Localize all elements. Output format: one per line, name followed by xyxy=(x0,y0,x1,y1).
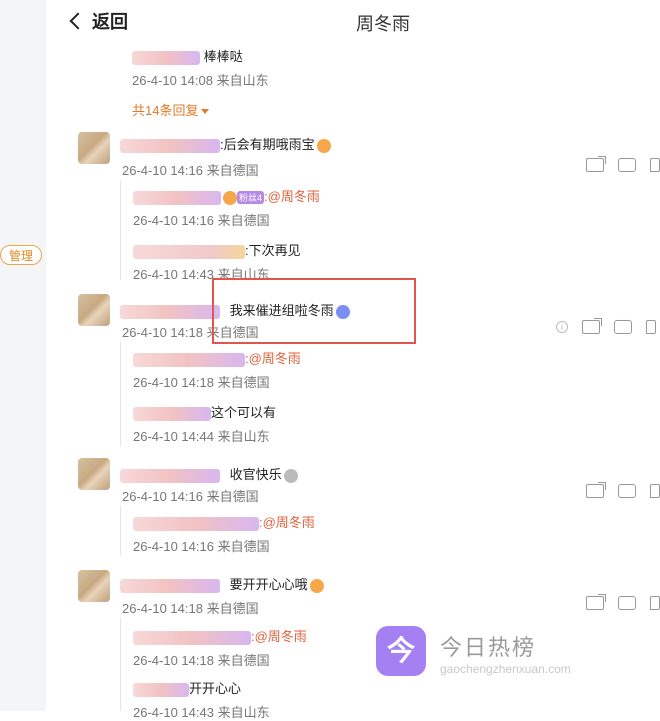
reply-thread: 粉丝4:@周冬雨 26-4-10 14:16 来自德国 :下次再见 26-4-1… xyxy=(120,180,320,282)
username-blurred[interactable] xyxy=(132,50,200,65)
reply-item: 开开心心 xyxy=(133,678,241,697)
reply-text: :@周冬雨 xyxy=(245,351,301,366)
comment-meta: 26-4-10 14:16 来自德国 xyxy=(122,163,259,178)
comment-meta: 26-4-10 14:18 来自德国 xyxy=(122,601,259,616)
comment-text-line: :后会有期哦雨宝 xyxy=(120,134,331,153)
reply-item: :@周冬雨 xyxy=(133,626,307,645)
comment-meta: 26-4-10 14:16 来自德国 xyxy=(122,489,259,504)
avatar[interactable] xyxy=(78,294,110,326)
username-blurred[interactable] xyxy=(133,190,221,205)
reply-thread: :@周冬雨 26-4-10 14:18 来自德国 这个可以有 26-4-10 1… xyxy=(120,342,301,446)
reply-icon[interactable] xyxy=(618,591,636,610)
comment-item: :后会有期哦雨宝 26-4-10 14:16 来自德国 xyxy=(78,132,660,282)
reply-meta: 26-4-10 14:44 来自山东 xyxy=(133,429,270,444)
reply-item: :@周冬雨 xyxy=(133,512,315,531)
comment-text-line: 收官快乐 xyxy=(120,464,298,483)
reply-thread: :@周冬雨 26-4-10 14:16 来自德国 xyxy=(120,506,315,556)
like-icon[interactable] xyxy=(650,484,660,498)
share-icon[interactable] xyxy=(586,594,606,610)
reply-text: :@周冬雨 xyxy=(264,189,320,204)
more-replies-label: 共14条回复 xyxy=(132,103,199,118)
share-icon[interactable] xyxy=(582,318,602,334)
reply-meta: 26-4-10 14:18 来自德国 xyxy=(133,653,270,668)
reply-text: 棒棒哒 xyxy=(203,49,243,64)
comment-text: :后会有期哦雨宝 xyxy=(220,137,315,152)
username-blurred[interactable] xyxy=(133,406,211,421)
comment-actions xyxy=(586,153,660,172)
watermark-url: gaochengzhenxuan.com xyxy=(440,662,571,676)
back-button[interactable]: 返回 xyxy=(69,8,128,34)
comment-text: 要开开心心哦 xyxy=(229,577,308,592)
username-blurred[interactable] xyxy=(133,244,245,259)
reply-meta: 26-4-10 14:16 来自德国 xyxy=(133,539,270,554)
reply-item: 棒棒哒 xyxy=(132,46,243,65)
watermark-title: 今日热榜 xyxy=(440,635,537,660)
reply-icon[interactable] xyxy=(618,153,636,172)
like-icon[interactable] xyxy=(650,596,660,610)
reply-meta: 26-4-10 14:08 来自山东 xyxy=(132,73,269,88)
username-blurred[interactable] xyxy=(133,630,251,645)
reply-icon[interactable] xyxy=(614,315,632,334)
avatar[interactable] xyxy=(78,132,110,164)
chevron-left-icon xyxy=(69,12,87,30)
back-label: 返回 xyxy=(92,12,128,32)
username-blurred[interactable] xyxy=(120,578,220,593)
comment-actions: i xyxy=(556,315,656,334)
panda-emoji-icon xyxy=(283,468,298,483)
username-blurred[interactable] xyxy=(120,138,220,153)
avatar[interactable] xyxy=(78,458,110,490)
reply-text: :下次再见 xyxy=(245,243,301,258)
emoji-icon xyxy=(223,190,237,205)
header-bar: 返回 周冬雨 xyxy=(56,0,660,42)
reply-item: :下次再见 xyxy=(133,240,301,259)
comment-actions xyxy=(586,479,660,498)
username-blurred[interactable] xyxy=(133,516,259,531)
username-blurred[interactable] xyxy=(120,468,220,483)
like-icon[interactable] xyxy=(646,320,656,334)
comment-actions xyxy=(586,591,660,610)
reply-meta: 26-4-10 14:43 来自山东 xyxy=(133,705,270,720)
left-sidebar xyxy=(0,0,46,711)
avatar[interactable] xyxy=(78,570,110,602)
reply-thread: :@周冬雨 26-4-10 14:18 来自德国 开开心心 26-4-10 14… xyxy=(120,618,307,720)
caret-down-icon xyxy=(201,109,210,115)
reply-item: :@周冬雨 xyxy=(133,348,301,367)
wink-emoji-icon xyxy=(309,578,324,593)
kiss-emoji-icon xyxy=(316,138,331,153)
manage-button[interactable]: 管理 xyxy=(0,245,42,265)
reply-item: 这个可以有 xyxy=(133,402,276,421)
comment-text: 收官快乐 xyxy=(229,467,282,482)
reply-icon[interactable] xyxy=(618,479,636,498)
share-icon[interactable] xyxy=(586,156,606,172)
highlight-box xyxy=(212,278,416,344)
comment-text-line: 要开开心心哦 xyxy=(120,574,324,593)
username-blurred[interactable] xyxy=(133,352,245,367)
watermark-logo-icon: 今 xyxy=(376,626,426,676)
reply-meta: 26-4-10 14:18 来自德国 xyxy=(133,375,270,390)
fan-badge: 粉丝4 xyxy=(237,191,265,205)
reply-text: :@周冬雨 xyxy=(251,629,307,644)
reply-text: :@周冬雨 xyxy=(259,515,315,530)
username-blurred[interactable] xyxy=(120,304,220,319)
page-title: 周冬雨 xyxy=(356,14,410,34)
reply-item: 粉丝4:@周冬雨 xyxy=(133,186,320,205)
more-replies-link[interactable]: 共14条回复 xyxy=(132,100,210,119)
reply-text: 这个可以有 xyxy=(211,405,277,420)
info-icon[interactable]: i xyxy=(556,321,568,333)
share-icon[interactable] xyxy=(586,482,606,498)
reply-meta: 26-4-10 14:16 来自德国 xyxy=(133,213,270,228)
username-blurred[interactable] xyxy=(133,682,189,697)
watermark: 今 今日热榜 gaochengzhenxuan.com xyxy=(376,626,636,680)
like-icon[interactable] xyxy=(650,158,660,172)
reply-text: 开开心心 xyxy=(189,681,242,696)
